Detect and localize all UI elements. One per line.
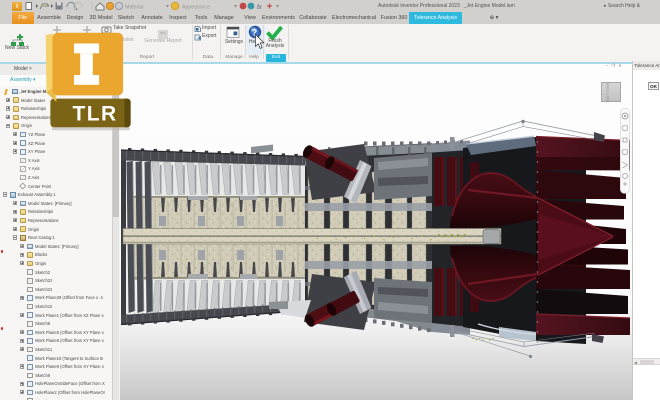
svg-text:TLR: TLR: [72, 103, 117, 126]
